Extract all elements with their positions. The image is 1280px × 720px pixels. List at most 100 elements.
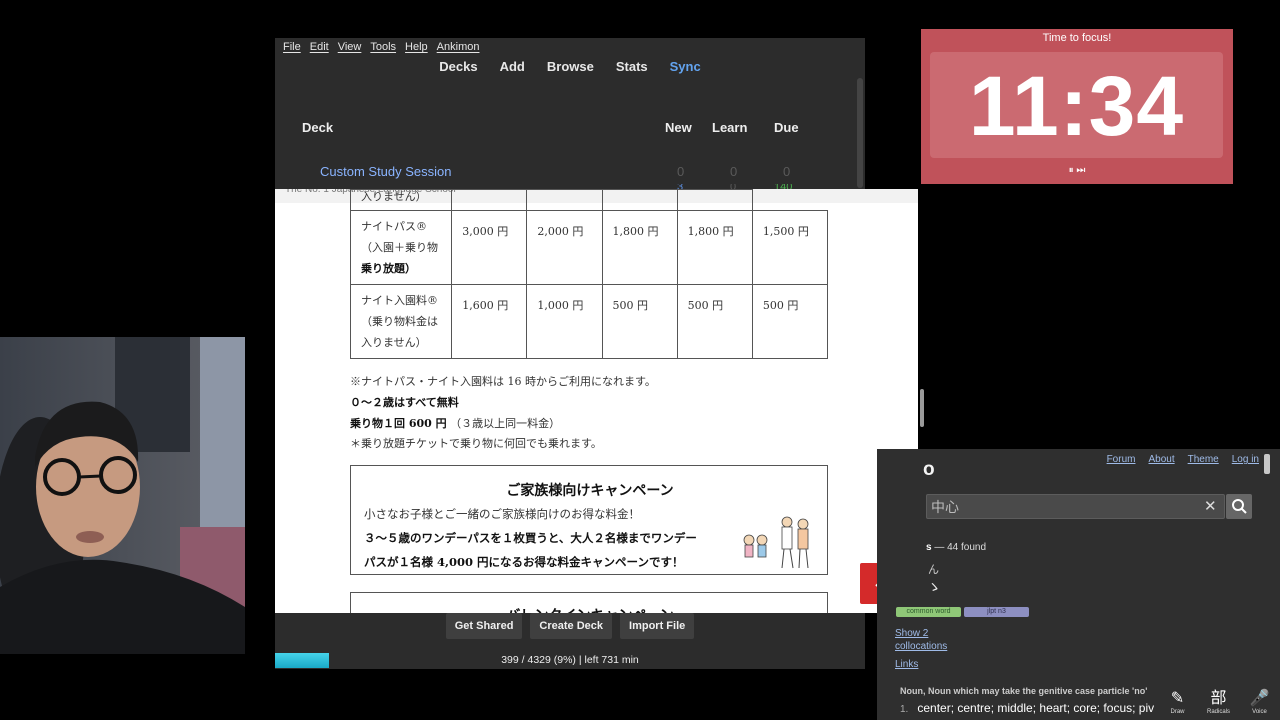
scrollbar-thumb[interactable] [920,389,924,427]
deck-row: Custom Study Session 0 0 0 [275,162,865,182]
review-progress-text: 399 / 4329 (9%) | left 731 min [501,654,639,666]
deck-table-header: Deck New Learn Due [275,118,865,138]
column-deck: Deck [302,120,334,135]
table-cell [676,189,753,211]
price-cell: 1,800 円 [601,210,678,285]
tool-label: Voice [1252,709,1267,715]
show-collocations-link[interactable]: Show 2 collocations [895,627,947,653]
focus-timer: Time to focus! 11:34 ⏸ ⏭ [921,29,1233,184]
note-night-hours: ※ナイトパス・ナイト入園料は 16 時からご利用になれます。 [350,375,656,388]
jlpt-tag: jlpt n3 [964,607,1029,617]
table-row: ナイトパス® （入園＋乗り物 乗り放題） 3,000 円 2,000 円 1,8… [349,210,829,285]
next-campaign-box: バレンタインキャンペーン [350,592,828,613]
get-shared-button[interactable]: Get Shared [445,613,523,639]
nav-forum[interactable]: Forum [1107,454,1136,465]
webcam-feed [0,337,245,654]
toolbar-browse[interactable]: Browse [547,56,594,78]
import-file-button[interactable]: Import File [620,613,695,639]
menu-ankimon[interactable]: Ankimon [437,41,480,53]
fee-table: 入りません） ナイトパス® （入園＋乗り物 乗り放題） 3,000 円 2,00… [349,189,829,359]
table-cell: ナイト入園料® （乗り物料金は 入りません） [349,284,453,359]
table-row: ナイト入園料® （乗り物料金は 入りません） 1,600 円 1,000 円 5… [349,284,829,359]
top-toolbar: Decks Add Browse Stats Sync [275,56,865,78]
timer-display: 11:34 [930,52,1223,158]
timer-value: 11:34 [968,59,1185,153]
document-scrollbar[interactable] [918,189,928,449]
table-cell: 入りません） [349,189,453,211]
menu-view[interactable]: View [338,41,362,53]
toolbar-sync[interactable]: Sync [670,56,701,78]
results-count-text: — 44 found [934,542,987,553]
clear-icon[interactable]: ✕ [1204,497,1217,515]
dictionary-nav: Forum About Theme Log in [1107,454,1259,465]
nav-about[interactable]: About [1148,454,1174,465]
dictionary-scrollbar[interactable] [1264,454,1270,474]
menu-file[interactable]: File [283,41,301,53]
draw-tool[interactable]: ✎ Draw [1162,689,1194,720]
radicals-icon: 部 [1210,690,1227,707]
price-cell: 500 円 [751,284,829,359]
nav-theme[interactable]: Theme [1188,454,1219,465]
row-label: 入りません） [361,336,427,349]
part-of-speech: Noun, Noun which may take the genitive c… [900,686,1148,696]
common-word-tag: common word [896,607,961,617]
note-free-toddlers: ０～２歳はすべて無料 [350,396,459,409]
toolbar-stats[interactable]: Stats [616,56,648,78]
menu-edit[interactable]: Edit [310,41,329,53]
ride-price-detail: （３歳以上同一料金） [450,417,561,430]
toolbar-decks[interactable]: Decks [439,56,477,78]
timer-controls[interactable]: ⏸ ⏭ [921,165,1233,176]
links-link[interactable]: Links [895,659,918,670]
search-button[interactable] [1226,494,1252,519]
family-illustration [743,516,809,569]
row-label: （乗り物料金は [361,315,438,328]
deck-name-link[interactable]: Custom Study Session [320,164,452,179]
menu-bar: File Edit View Tools Help Ankimon [275,38,865,56]
dictionary-panel: o Forum About Theme Log in ✕ s — 44 foun… [877,449,1280,720]
campaign-text: 小さなお子様とご一緒のご家族様向けのお得な料金！ [364,507,640,521]
radicals-tool[interactable]: 部 Radicals [1203,689,1235,720]
webcam-person-image [0,337,245,654]
row-label: 入りません） [361,190,427,203]
search-input[interactable] [931,498,1191,516]
campaign-text: ３～５歳のワンデーパスを１枚買うと、大人２名様までワンデー [364,531,697,545]
price-cell: 3,000 円 [451,210,528,285]
menu-help[interactable]: Help [405,41,428,53]
menu-tools[interactable]: Tools [370,41,396,53]
tool-label: Radicals [1206,709,1230,715]
row-label: （入園＋乗り物 [361,241,438,254]
row-label: ナイト入園料® [361,294,438,307]
voice-tool[interactable]: 🎤 Voice [1244,689,1276,720]
column-due: Due [774,120,799,135]
meaning-text: center; centre; middle; heart; core; foc… [917,701,1155,715]
status-bar: 399 / 4329 (9%) | left 731 min [275,651,865,669]
bottom-button-bar: Get Shared Create Deck Import File [275,613,865,643]
deck-new-count: 0 [677,164,685,179]
nav-login[interactable]: Log in [1232,454,1259,465]
deck-learn-count: 0 [730,164,738,179]
deck-list-scrollbar[interactable] [857,78,863,188]
meaning-number: 1. [900,704,909,715]
ride-price: 乗り物１回 600 円 [350,417,447,430]
show-count: Show 2 [895,628,929,639]
dictionary-logo: o [923,459,935,480]
word-kanji: ゝ [927,579,941,595]
price-cell: 1,500 円 [751,210,829,285]
table-row: 入りません） [349,189,828,211]
column-learn: Learn [712,120,748,135]
toolbar-add[interactable]: Add [500,56,525,78]
campaign-text: パスが１名様 4,000 円になるお得な料金キャンペーンです！ [364,555,684,569]
document-viewer: The No. 1 Japanese Language School 入りません… [275,189,918,613]
row-label: 乗り放題） [361,262,416,275]
input-tools: ✎ Draw 部 Radicals 🎤 Voice [1157,689,1280,720]
note-unlimited: ＊乗り放題チケットで乗り物に何回でも乗れます。 [350,437,602,450]
price-cell: 500 円 [676,284,753,359]
collocations-label: collocations [895,641,948,652]
dictionary-search-box: ✕ [926,494,1225,519]
create-deck-button[interactable]: Create Deck [530,613,613,639]
draw-icon: ✎ [1170,690,1185,707]
word-furigana: ん [928,564,939,576]
results-count: s — 44 found [926,542,986,553]
column-new: New [665,120,692,135]
table-cell [526,189,603,211]
